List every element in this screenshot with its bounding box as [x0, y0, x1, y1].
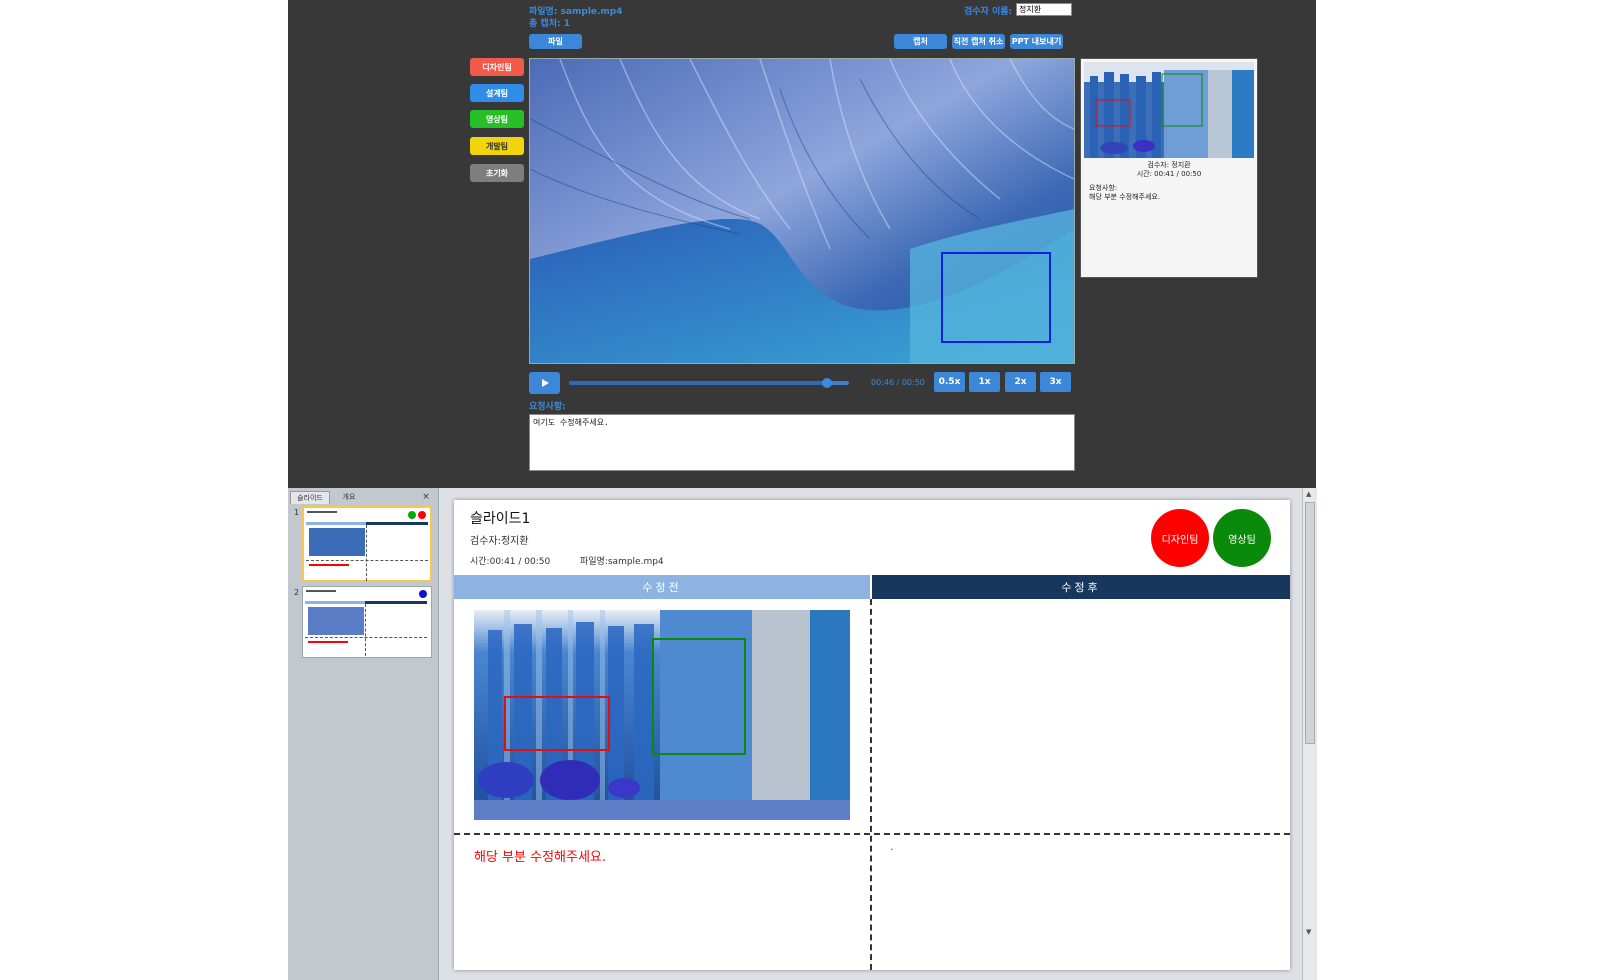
reviewer-input[interactable]: 정지환 — [1016, 3, 1072, 16]
speed-1x-button[interactable]: 1x — [969, 372, 1000, 392]
seek-fill — [569, 381, 827, 385]
after-column-header: 수정후 — [872, 575, 1290, 599]
speed-0-5x-button[interactable]: 0.5x — [934, 372, 965, 392]
slide-number: 1 — [294, 508, 300, 517]
after-comment[interactable]: . — [890, 840, 894, 853]
thumb-before-header — [306, 522, 366, 525]
scroll-up-icon[interactable]: ▲ — [1306, 490, 1311, 498]
reset-button[interactable]: 초기화 — [470, 164, 524, 182]
capture-card[interactable]: 검수자: 정지환 시간: 00:41 / 00:50 요청사항: 해당 부분 수… — [1080, 58, 1258, 278]
slide-panel: 슬라이드 개요 × 1 2 — [288, 488, 439, 980]
team-button-design[interactable]: 디자인팀 — [470, 58, 524, 76]
presentation-window: 슬라이드 개요 × 1 2 슬라이드1 검수자:정지환 시간:00:41 / 0… — [288, 488, 1317, 980]
seek-track[interactable] — [569, 378, 849, 388]
slide-title: 슬라이드1 — [470, 511, 531, 527]
thumb-divider — [366, 525, 367, 581]
thumb-comment-line — [308, 641, 348, 643]
capture-count-label: 총 캡처: 1 — [529, 19, 570, 29]
before-comment[interactable]: 해당 부분 수정해주세요. — [474, 846, 606, 865]
vertical-scrollbar[interactable]: ▲ ▼ — [1302, 488, 1317, 980]
before-image[interactable] — [474, 610, 850, 820]
thumb-after-header — [366, 522, 428, 525]
thumb-after-header — [365, 601, 427, 604]
close-panel-icon[interactable]: × — [420, 491, 432, 503]
tab-slides[interactable]: 슬라이드 — [290, 491, 330, 504]
thumb-divider — [365, 604, 366, 656]
slide-time: 시간:00:41 / 00:50 — [470, 557, 551, 567]
play-icon — [541, 379, 549, 387]
slide-canvas[interactable]: 슬라이드1 검수자:정지환 시간:00:41 / 00:50 파일명:sampl… — [454, 500, 1290, 970]
speed-2x-button[interactable]: 2x — [1005, 372, 1036, 392]
thumb-title-line — [307, 511, 337, 513]
thumb-badge-red — [418, 511, 426, 519]
scroll-down-icon[interactable]: ▼ — [1306, 928, 1311, 936]
capture-button[interactable]: 캡처 — [894, 34, 947, 49]
team-button-video[interactable]: 영상팀 — [470, 110, 524, 128]
video-review-panel: 파일명: sample.mp4 총 캡처: 1 검수자 이름: 정지환 파일 캡… — [288, 0, 1316, 488]
thumb-hdivider — [306, 560, 428, 561]
seek-thumb[interactable] — [821, 378, 832, 388]
request-label: 요청사항: — [529, 402, 566, 412]
thumb-title-line — [306, 590, 336, 592]
team-button-dev[interactable]: 개발팀 — [470, 137, 524, 155]
time-readout: 00:46 / 00:50 — [871, 378, 925, 387]
open-file-button[interactable]: 파일 — [529, 34, 582, 49]
undo-capture-button[interactable]: 직전 캡처 취소 — [952, 34, 1005, 49]
card-request-text: 해당 부분 수정해주세요. — [1089, 193, 1161, 201]
reviewer-label: 검수자 이름: — [964, 7, 1013, 17]
thumb-badge-green — [408, 511, 416, 519]
column-divider — [870, 599, 872, 970]
thumb-image — [309, 528, 365, 556]
slide-number: 2 — [294, 588, 300, 597]
thumb-hdivider — [305, 637, 427, 638]
thumb-comment-line — [309, 564, 349, 566]
speed-3x-button[interactable]: 3x — [1040, 372, 1071, 392]
card-time: 시간: 00:41 / 00:50 — [1136, 170, 1202, 178]
thumb-image — [308, 607, 364, 635]
app-root: 파일명: sample.mp4 총 캡처: 1 검수자 이름: 정지환 파일 캡… — [288, 0, 1317, 980]
tab-outline[interactable]: 개요 — [330, 491, 368, 503]
capture-thumbnail-image — [1084, 62, 1254, 158]
badge-design-team[interactable]: 디자인팀 — [1151, 509, 1209, 567]
thumb-badge-blue — [419, 590, 427, 598]
before-column-header: 수정전 — [454, 575, 870, 599]
team-button-planning[interactable]: 설계팀 — [470, 84, 524, 102]
slide-thumbnail-1[interactable] — [302, 506, 432, 582]
badge-video-team[interactable]: 영상팀 — [1213, 509, 1271, 567]
scroll-thumb[interactable] — [1305, 502, 1315, 744]
playback-controls: 00:46 / 00:50 0.5x 1x 2x 3x — [529, 372, 1075, 396]
slide-thumbnail-2[interactable] — [302, 586, 432, 658]
thumb-before-header — [305, 601, 365, 604]
play-button[interactable] — [529, 372, 560, 394]
row-divider — [454, 833, 1290, 835]
slide-filename: 파일명:sample.mp4 — [580, 557, 664, 567]
slide-reviewer: 검수자:정지환 — [470, 536, 529, 547]
slide-editor: 슬라이드1 검수자:정지환 시간:00:41 / 00:50 파일명:sampl… — [439, 488, 1302, 980]
ppt-export-button[interactable]: PPT 내보내기 — [1010, 34, 1063, 49]
request-textarea[interactable]: 여기도 수정해주세요. — [529, 414, 1075, 471]
video-player[interactable] — [529, 58, 1075, 364]
video-frame-image — [530, 59, 1074, 363]
